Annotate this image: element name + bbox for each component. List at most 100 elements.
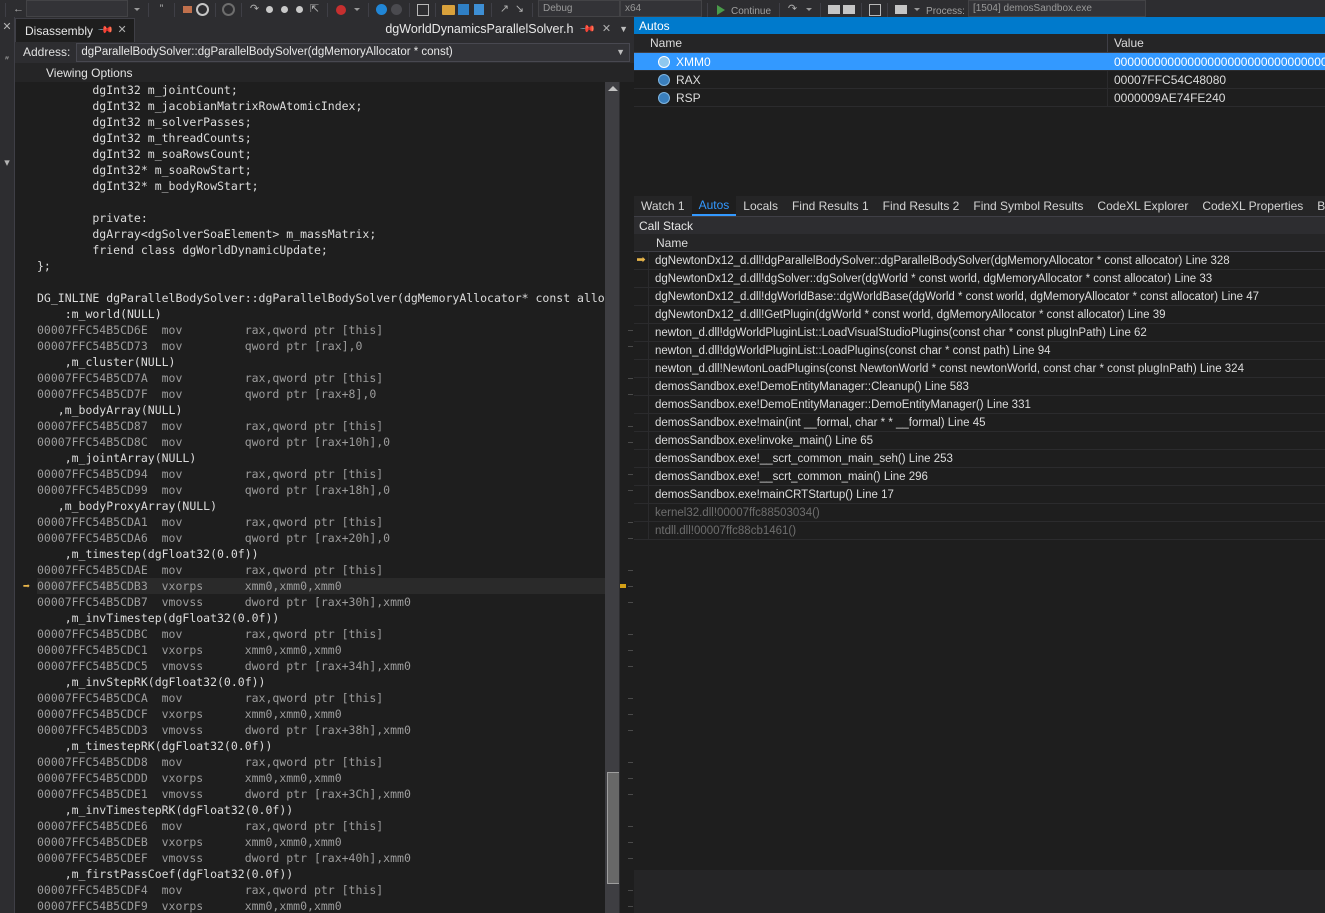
source-line[interactable]: dgInt32 m_solverPasses; — [37, 114, 620, 130]
call-stack-row[interactable]: demosSandbox.exe!main(int __formal, char… — [634, 414, 1325, 432]
source-line[interactable]: ,m_invTimestep(dgFloat32(0.0f)) — [37, 610, 620, 626]
disassembly-instruction-line[interactable]: 00007FFC54B5CDDD vxorps xmm0,xmm0,xmm0 — [37, 770, 620, 786]
call-stack-row[interactable]: demosSandbox.exe!mainCRTStartup() Line 1… — [634, 486, 1325, 504]
quote-icon[interactable]: ” — [154, 2, 169, 17]
pin-tab-icon[interactable]: 📌 — [97, 22, 114, 39]
call-stack-row[interactable]: newton_d.dll!dgWorldPluginList::LoadPlug… — [634, 342, 1325, 360]
source-line[interactable]: :m_world(NULL) — [37, 306, 620, 322]
autos-row[interactable]: XMM000000000000000000000000000000000 — [634, 53, 1325, 71]
source-line[interactable]: dgInt32 m_soaRowsCount; — [37, 146, 620, 162]
document-list-chevron-icon[interactable]: ▼ — [619, 24, 628, 34]
tab-disassembly[interactable]: Disassembly 📌 ✕ — [15, 18, 135, 42]
forward-nav-icon[interactable]: ↗ — [497, 2, 512, 17]
call-stack-row[interactable]: kernel32.dll!00007ffc88503034() — [634, 504, 1325, 522]
disassembly-instruction-line[interactable]: 00007FFC54B5CDBC mov rax,qword ptr [this… — [37, 626, 620, 642]
autos-row-name-cell[interactable]: RSP — [634, 89, 1108, 106]
refresh-icon[interactable] — [221, 2, 236, 17]
tab-codexl-explorer[interactable]: CodeXL Explorer — [1090, 196, 1195, 216]
source-line[interactable]: dgInt32* m_soaRowStart; — [37, 162, 620, 178]
address-dropdown-chevron-icon[interactable]: ▼ — [616, 47, 625, 57]
disassembly-instruction-line[interactable]: 00007FFC54B5CDF9 vxorps xmm0,xmm0,xmm0 — [37, 898, 620, 913]
call-stack-row[interactable]: demosSandbox.exe!__scrt_common_main_seh(… — [634, 450, 1325, 468]
source-line[interactable] — [37, 274, 620, 290]
disassembly-instruction-line[interactable]: 00007FFC54B5CD99 mov qword ptr [rax+18h]… — [37, 482, 620, 498]
disassembly-instruction-line[interactable]: 00007FFC54B5CDC5 vmovss dword ptr [rax+3… — [37, 658, 620, 674]
continue-button[interactable]: Continue — [728, 6, 774, 17]
tool-options-chevron-icon[interactable]: ▾ — [0, 157, 14, 170]
disassembly-instruction-line[interactable]: ➡00007FFC54B5CDB3 vxorps xmm0,xmm0,xmm0 — [37, 578, 620, 594]
disassembly-instruction-line[interactable]: 00007FFC54B5CDCF vxorps xmm0,xmm0,xmm0 — [37, 706, 620, 722]
source-line[interactable]: ,m_jointArray(NULL) — [37, 450, 620, 466]
source-line[interactable]: ,m_invTimestepRK(dgFloat32(0.0f)) — [37, 802, 620, 818]
source-line[interactable]: }; — [37, 258, 620, 274]
tab-autos[interactable]: Autos — [692, 196, 737, 216]
source-line[interactable]: ,m_invStepRK(dgFloat32(0.0f)) — [37, 674, 620, 690]
autos-row[interactable]: RAX00007FFC54C48080 — [634, 71, 1325, 89]
call-stack-row[interactable]: dgNewtonDx12_d.dll!GetPlugin(dgWorld * c… — [634, 306, 1325, 324]
toolbar-combo-1[interactable] — [26, 0, 128, 17]
call-stack-row[interactable]: newton_d.dll!NewtonLoadPlugins(const New… — [634, 360, 1325, 378]
tab-locals[interactable]: Locals — [736, 196, 785, 216]
pin-document-icon[interactable]: 📌 — [579, 21, 596, 38]
attach-process-icon[interactable]: ↷ — [785, 2, 800, 17]
autos-row-value[interactable]: 00007FFC54C48080 — [1108, 71, 1325, 88]
new-window-icon[interactable] — [415, 2, 430, 17]
close-tool-window-icon[interactable]: ✕ — [0, 21, 14, 34]
source-line[interactable] — [37, 194, 620, 210]
autos-row[interactable]: RSP0000009AE74FE240 — [634, 89, 1325, 107]
disassembly-instruction-line[interactable]: 00007FFC54B5CDCA mov rax,qword ptr [this… — [37, 690, 620, 706]
toggle-window-icon[interactable] — [867, 2, 882, 17]
disassembly-instruction-line[interactable]: 00007FFC54B5CDB7 vmovss dword ptr [rax+3… — [37, 594, 620, 610]
call-stack-row[interactable]: dgNewtonDx12_d.dll!dgWorldBase::dgWorldB… — [634, 288, 1325, 306]
call-stack-row[interactable]: newton_d.dll!dgWorldPluginList::LoadVisu… — [634, 324, 1325, 342]
disassembly-instruction-line[interactable]: 00007FFC54B5CDA1 mov rax,qword ptr [this… — [37, 514, 620, 530]
continue-play-icon[interactable] — [713, 2, 728, 17]
call-stack-row[interactable]: ➡dgNewtonDx12_d.dll!dgParallelBodySolver… — [634, 252, 1325, 270]
call-stack-row[interactable]: demosSandbox.exe!DemoEntityManager::Clea… — [634, 378, 1325, 396]
show-grid-icon[interactable] — [826, 2, 841, 17]
disassembly-instruction-line[interactable]: 00007FFC54B5CDEF vmovss dword ptr [rax+4… — [37, 850, 620, 866]
enable-breakpoints-icon[interactable] — [374, 2, 389, 17]
disassembly-instruction-line[interactable]: 00007FFC54B5CD8C mov qword ptr [rax+10h]… — [37, 434, 620, 450]
close-document-icon[interactable]: ✕ — [602, 24, 611, 35]
editor-gutter[interactable] — [15, 82, 37, 913]
editor-vertical-scrollbar[interactable] — [605, 82, 620, 913]
solution-platform-combo[interactable]: x64 — [620, 0, 702, 17]
show-grid2-icon[interactable] — [841, 2, 856, 17]
disassembly-instruction-line[interactable]: 00007FFC54B5CD94 mov rax,qword ptr [this… — [37, 466, 620, 482]
restart-icon[interactable] — [195, 2, 210, 17]
step-into-icon[interactable] — [262, 2, 277, 17]
disassembly-code-area[interactable]: dgInt32 m_jointCount; dgInt32 m_jacobian… — [15, 82, 634, 913]
tab-breakpoints[interactable]: Breakpoints — [1310, 196, 1325, 216]
autos-row-value[interactable]: 0000009AE74FE240 — [1108, 89, 1325, 106]
call-stack-column-name[interactable]: Name — [634, 234, 1325, 252]
call-stack-row[interactable]: demosSandbox.exe!DemoEntityManager::Demo… — [634, 396, 1325, 414]
tab-find-results-1[interactable]: Find Results 1 — [785, 196, 876, 216]
source-line[interactable]: ,m_cluster(NULL) — [37, 354, 620, 370]
scroll-up-arrow-icon[interactable] — [608, 86, 618, 91]
source-line[interactable]: dgArray<dgSolverSoaElement> m_massMatrix… — [37, 226, 620, 242]
tab-codexl-properties[interactable]: CodeXL Properties — [1195, 196, 1310, 216]
source-line[interactable]: dgInt32* m_bodyRowStart; — [37, 178, 620, 194]
disassembly-instruction-line[interactable]: 00007FFC54B5CD87 mov rax,qword ptr [this… — [37, 418, 620, 434]
source-line[interactable]: ,m_bodyProxyArray(NULL) — [37, 498, 620, 514]
autos-column-name[interactable]: Name — [634, 34, 1108, 52]
open-folder-icon[interactable] — [441, 2, 456, 17]
source-line[interactable]: ,m_timestepRK(dgFloat32(0.0f)) — [37, 738, 620, 754]
disassembly-instruction-line[interactable]: 00007FFC54B5CDF4 mov rax,qword ptr [this… — [37, 882, 620, 898]
save-all-icon[interactable] — [471, 2, 486, 17]
tab-watch-1[interactable]: Watch 1 — [634, 196, 692, 216]
source-line[interactable]: dgInt32 m_threadCounts; — [37, 130, 620, 146]
source-line[interactable]: ,m_firstPassCoef(dgFloat32(0.0f)) — [37, 866, 620, 882]
solution-configuration-combo[interactable]: Debug — [538, 0, 620, 17]
stop-icon[interactable] — [180, 2, 195, 17]
back-nav-icon[interactable]: ↘ — [512, 2, 527, 17]
step-over-icon[interactable]: ↷ — [247, 2, 262, 17]
attach-dropdown-icon[interactable] — [800, 2, 815, 17]
source-line[interactable]: DG_INLINE dgParallelBodySolver::dgParall… — [37, 290, 620, 306]
step-next-icon[interactable] — [292, 2, 307, 17]
disassembly-instruction-line[interactable]: 00007FFC54B5CDE6 mov rax,qword ptr [this… — [37, 818, 620, 834]
call-stack-row[interactable]: dgNewtonDx12_d.dll!dgSolver::dgSolver(dg… — [634, 270, 1325, 288]
disassembly-instruction-line[interactable]: 00007FFC54B5CD6E mov rax,qword ptr [this… — [37, 322, 620, 338]
thread-dropdown-icon[interactable] — [908, 2, 923, 17]
